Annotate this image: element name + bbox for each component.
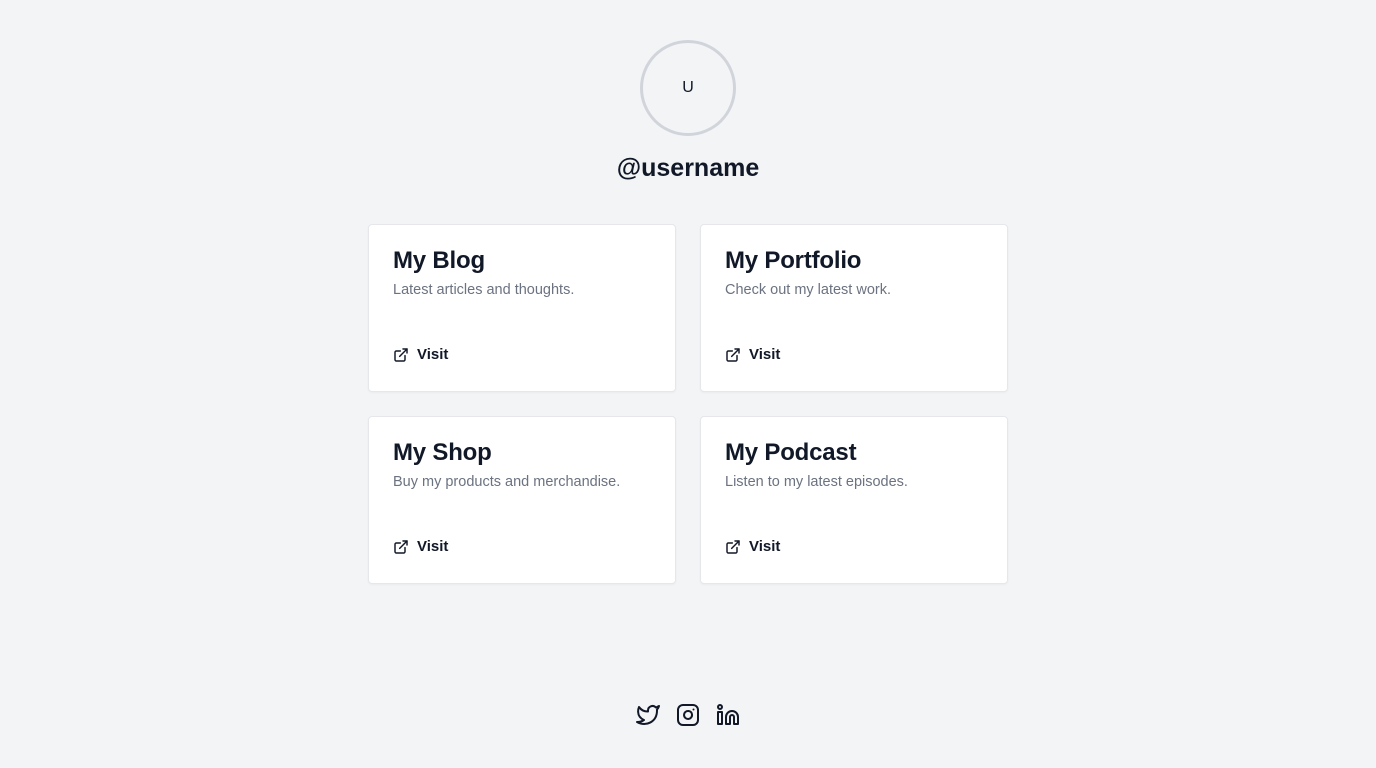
profile-header: U @username	[0, 40, 1376, 183]
avatar-initial: U	[682, 79, 694, 96]
card-description: Latest articles and thoughts.	[393, 282, 575, 298]
card-title: My Podcast	[725, 439, 857, 466]
visit-link-blog[interactable]: Visit	[393, 346, 448, 363]
avatar: U	[640, 40, 736, 136]
visit-link-podcast[interactable]: Visit	[725, 538, 780, 555]
external-link-icon	[725, 347, 741, 363]
link-card-portfolio: My Portfolio Check out my latest work. V…	[700, 224, 1008, 392]
card-description: Listen to my latest episodes.	[725, 474, 908, 490]
visit-link-shop[interactable]: Visit	[393, 538, 448, 555]
card-title: My Blog	[393, 247, 485, 274]
external-link-icon	[725, 539, 741, 555]
twitter-icon[interactable]	[636, 703, 660, 727]
visit-link-portfolio[interactable]: Visit	[725, 346, 780, 363]
link-card-shop: My Shop Buy my products and merchandise.…	[368, 416, 676, 584]
card-title: My Portfolio	[725, 247, 862, 274]
visit-label: Visit	[749, 538, 781, 555]
username: @username	[616, 154, 760, 182]
link-card-podcast: My Podcast Listen to my latest episodes.…	[700, 416, 1008, 584]
visit-label: Visit	[417, 538, 449, 555]
link-cards-grid: My Blog Latest articles and thoughts. Vi…	[368, 224, 1008, 584]
external-link-icon	[393, 539, 409, 555]
card-description: Buy my products and merchandise.	[393, 474, 621, 490]
instagram-icon[interactable]	[676, 703, 700, 727]
visit-label: Visit	[749, 346, 781, 363]
link-card-blog: My Blog Latest articles and thoughts. Vi…	[368, 224, 676, 392]
card-title: My Shop	[393, 439, 492, 466]
social-links	[0, 703, 1376, 727]
visit-label: Visit	[417, 346, 449, 363]
card-description: Check out my latest work.	[725, 282, 891, 298]
external-link-icon	[393, 347, 409, 363]
linkedin-icon[interactable]	[716, 703, 740, 727]
